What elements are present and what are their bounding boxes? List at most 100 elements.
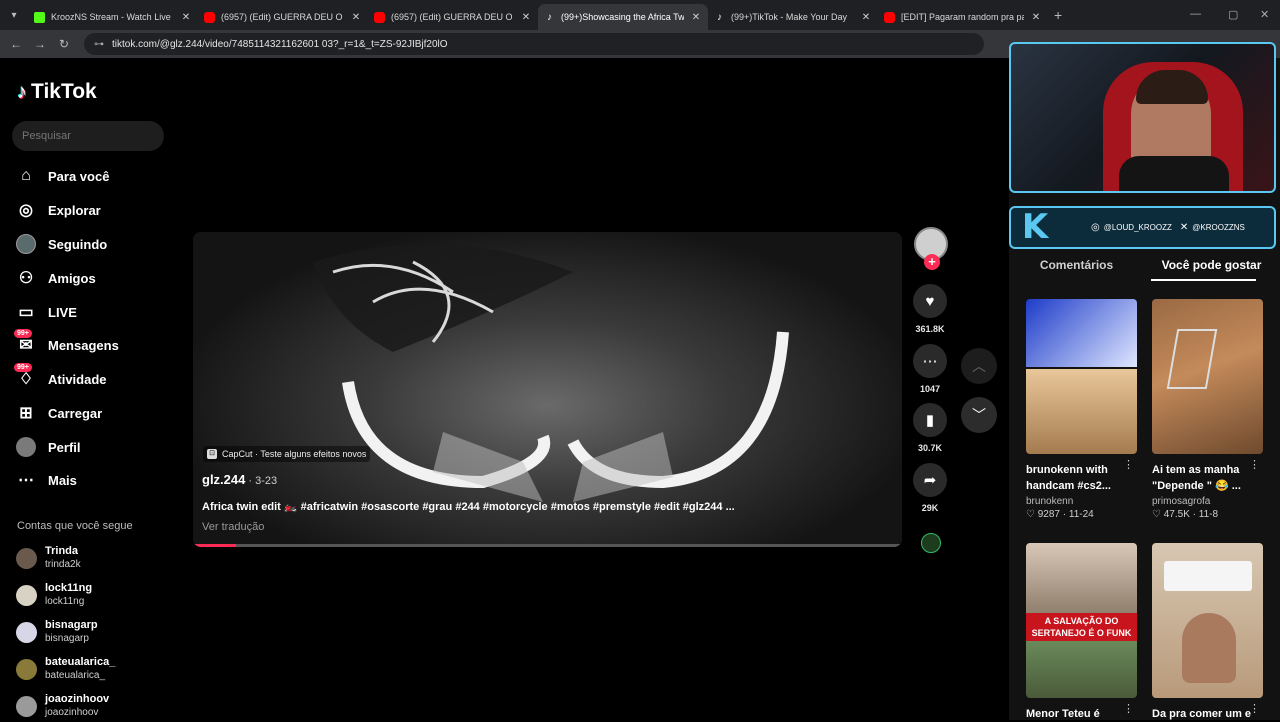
activity-icon: ♢ 99+: [14, 363, 36, 389]
comment-icon[interactable]: ⋯: [913, 344, 947, 378]
tiktok-logo[interactable]: ♪ TikTok: [17, 80, 97, 104]
nav-explorar[interactable]: ◎ Explorar: [16, 200, 101, 220]
video-author-line[interactable]: glz.244 · 3-23: [202, 472, 277, 487]
account-name: Trinda: [45, 545, 79, 557]
notification-badge: 99+: [14, 363, 32, 372]
comment-count: 1047: [919, 384, 941, 394]
nav-label: Mais: [48, 472, 77, 488]
following-section-title: Contas que você segue: [17, 520, 133, 532]
browser-tab[interactable]: (6957) (Edit) GUERRA DEU O ÓL ✕: [368, 4, 538, 30]
more-options-icon[interactable]: ⋮: [1123, 458, 1134, 471]
nav-carregar[interactable]: ⊞ Carregar: [16, 403, 102, 423]
stream-social-banner: K ◎ @LOUD_KROOZZ ✕ @KROOZZNS: [1009, 206, 1276, 249]
video-thumbnail[interactable]: [1152, 543, 1263, 698]
back-icon[interactable]: ←: [4, 37, 28, 51]
share-action[interactable]: ➦ 29K: [913, 463, 947, 513]
nav-amigos[interactable]: ⚇ Amigos: [16, 268, 96, 288]
nav-perfil[interactable]: Perfil: [16, 437, 81, 457]
browser-tab[interactable]: KroozNS Stream - Watch Live ✕: [28, 4, 198, 30]
video-progress-bar[interactable]: [193, 544, 902, 547]
save-action[interactable]: ▮ 30.7K: [913, 403, 947, 453]
browser-tab[interactable]: ♪ (99+)TikTok - Make Your Day ✕: [708, 4, 878, 30]
next-video-button[interactable]: ﹀: [961, 397, 997, 433]
avatar: [16, 658, 37, 680]
capcut-effect-tag[interactable]: ⊡ CapCut · Teste alguns efeitos novos: [203, 446, 371, 462]
search-box[interactable]: [12, 121, 164, 151]
live-icon: ▭: [18, 304, 34, 321]
capcut-icon: ⊡: [207, 449, 217, 459]
maximize-icon[interactable]: ▢: [1228, 8, 1238, 21]
forward-icon[interactable]: →: [28, 37, 52, 51]
author-name[interactable]: glz.244: [202, 472, 245, 487]
tab-title: (99+)TikTok - Make Your Day: [731, 12, 847, 22]
messages-icon: ✉ 99+: [14, 329, 36, 355]
tiktok-icon: ♪: [717, 11, 722, 23]
follow-plus-icon[interactable]: +: [924, 254, 940, 270]
browser-tab[interactable]: [EDIT] Pagaram random pra pa ✕: [878, 4, 1048, 30]
url-field[interactable]: ⊶ tiktok.com/@glz.244/video/748511432116…: [84, 33, 984, 55]
close-icon[interactable]: ✕: [1030, 12, 1042, 23]
account-username: joaozinhoov: [45, 707, 99, 718]
nav-mensagens[interactable]: ✉ 99+ Mensagens: [14, 329, 119, 355]
card-stats: ♡ 9287 · 11-24: [1026, 509, 1094, 520]
close-icon[interactable]: ✕: [350, 12, 362, 23]
minimize-icon[interactable]: —: [1190, 8, 1201, 20]
video-thumbnail[interactable]: [1152, 299, 1263, 454]
nav-para-voce[interactable]: ⌂ Para você: [16, 166, 109, 186]
following-account[interactable]: joaozinhoov joaozinhoov: [16, 693, 109, 719]
card-username[interactable]: primosagrofa: [1152, 496, 1263, 507]
browser-tab[interactable]: (6957) (Edit) GUERRA DEU O ÓL ✕: [198, 4, 368, 30]
account-name: joaozinhoov: [45, 693, 110, 705]
more-options-icon[interactable]: ⋮: [1249, 702, 1260, 715]
close-icon[interactable]: ✕: [180, 12, 192, 23]
close-icon[interactable]: ✕: [860, 12, 872, 23]
close-window-icon[interactable]: ✕: [1260, 8, 1269, 21]
browser-tab-active[interactable]: ♪ (99+)Showcasing the Africa Twi ✕: [538, 4, 708, 30]
following-account[interactable]: bisnagarp bisnagarp: [16, 619, 98, 645]
share-icon[interactable]: ➦: [913, 463, 947, 497]
tab-title: [EDIT] Pagaram random pra pa: [901, 12, 1024, 22]
video-thumbnail[interactable]: [1026, 299, 1137, 454]
nav-atividade[interactable]: ♢ 99+ Atividade: [14, 363, 107, 389]
streamer-shirt-image: [1119, 156, 1229, 191]
instagram-text: @LOUD_KROOZZ: [1103, 223, 1172, 232]
nav-label: Explorar: [48, 202, 101, 218]
recommended-video-card[interactable]: brunokenn with handcam #cs2... ⋮ brunoke…: [1026, 299, 1137, 520]
search-input[interactable]: [22, 130, 132, 142]
reload-icon[interactable]: ↻: [52, 37, 76, 51]
tab-title: KroozNS Stream - Watch Live: [51, 12, 171, 22]
effect-label: CapCut · Teste alguns efeitos novos: [222, 449, 367, 459]
following-account[interactable]: bateualarica_ bateualarica_: [16, 656, 115, 682]
nav-seguindo[interactable]: Seguindo: [16, 234, 107, 254]
following-account[interactable]: Trinda trinda2k: [16, 545, 81, 571]
logo-text: TikTok: [31, 80, 97, 103]
comment-action[interactable]: ⋯ 1047: [913, 344, 947, 394]
account-username: bateualarica_: [45, 670, 106, 681]
music-disc-icon[interactable]: [921, 533, 941, 553]
translate-link[interactable]: Ver tradução: [202, 521, 264, 533]
more-options-icon[interactable]: ⋮: [1123, 702, 1134, 715]
nav-live[interactable]: ▭ LIVE: [16, 302, 76, 322]
bookmark-icon[interactable]: ▮: [913, 403, 947, 437]
new-tab-button[interactable]: +: [1054, 7, 1062, 23]
tiktok-icon: ♪: [547, 11, 552, 23]
nav-mais[interactable]: ⋯ Mais: [16, 470, 77, 490]
recommended-video-card[interactable]: Da pra comer um e ⋮: [1152, 543, 1263, 722]
following-account[interactable]: lock11ng lock11ng: [16, 582, 92, 608]
more-options-icon[interactable]: ⋮: [1249, 458, 1260, 471]
like-action[interactable]: ♥ 361.8K: [913, 284, 947, 334]
recommended-video-card[interactable]: A SALVAÇÃO DO SERTANEJO É O FUNK Menor T…: [1026, 543, 1137, 722]
more-icon: ⋯: [18, 472, 34, 489]
site-info-icon[interactable]: ⊶: [94, 39, 104, 50]
video-thumbnail[interactable]: A SALVAÇÃO DO SERTANEJO É O FUNK: [1026, 543, 1137, 698]
card-username[interactable]: brunokenn: [1026, 496, 1137, 507]
video-caption: Africa twin edit 🏍️ #africatwin #osascor…: [202, 501, 735, 513]
previous-video-button[interactable]: ︿: [961, 348, 997, 384]
recommended-video-card[interactable]: Ai tem as manha "Depende " 😂 ... ⋮ primo…: [1152, 299, 1263, 520]
tab-comentarios[interactable]: Comentários: [1009, 256, 1144, 282]
tab-search-menu[interactable]: ▾: [0, 0, 28, 30]
close-icon[interactable]: ✕: [690, 12, 702, 23]
close-icon[interactable]: ✕: [520, 12, 532, 23]
nav-label: Para você: [48, 168, 110, 184]
heart-icon[interactable]: ♥: [913, 284, 947, 318]
